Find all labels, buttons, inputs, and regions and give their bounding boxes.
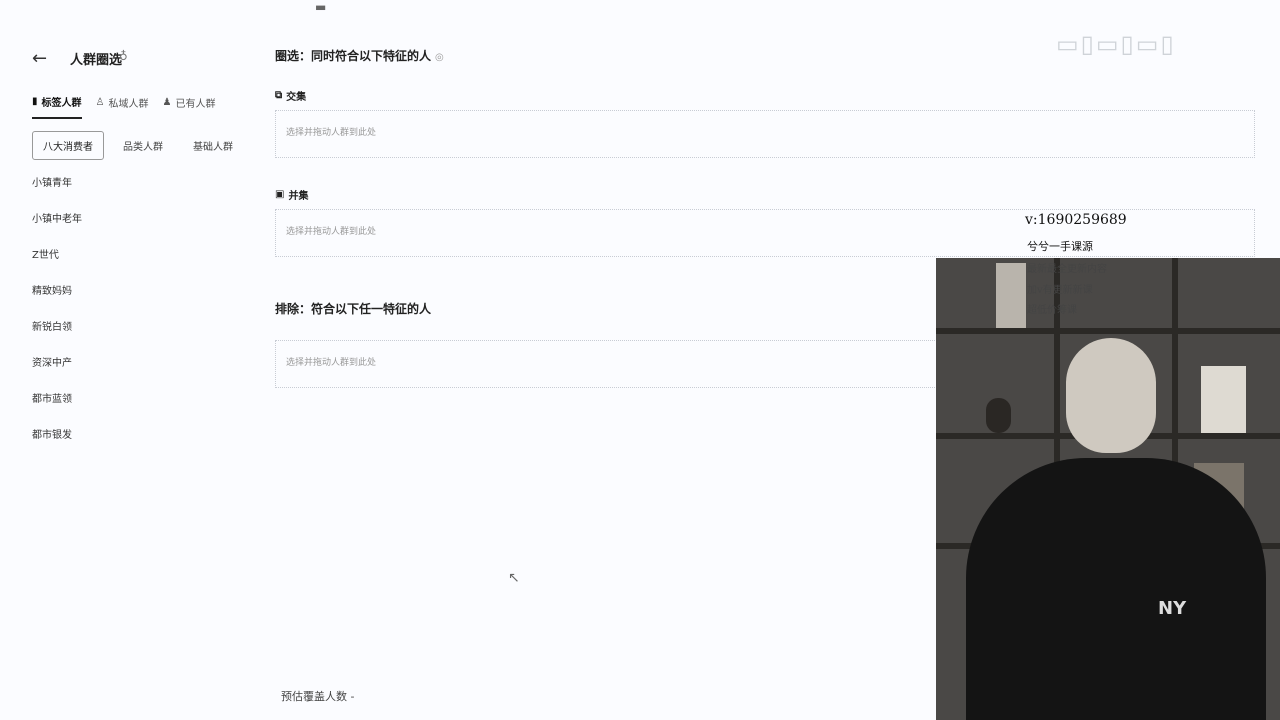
tab-label: 标签人群 bbox=[41, 98, 82, 109]
select-section-header: 圈选：同时符合以下特征的人 ◎ bbox=[275, 45, 444, 64]
ny-logo-icon: NY bbox=[1158, 598, 1187, 619]
overlay-line: 加v有更新新课 bbox=[1027, 285, 1093, 296]
info-icon[interactable]: ◎ bbox=[435, 52, 444, 63]
presenter-video: NY bbox=[936, 258, 1280, 720]
chip-category-crowd[interactable]: 品类人群 bbox=[112, 131, 174, 160]
mouse-cursor-icon: ↖ bbox=[508, 570, 520, 586]
list-item[interactable]: 资深中产 bbox=[32, 356, 82, 392]
category-chips: 八大消费者 品类人群 基础人群 bbox=[32, 131, 244, 160]
exclude-title: 排除：符合以下任一特征的人 bbox=[275, 302, 432, 316]
tab-tag-crowd[interactable]: ▮ 标签人群 bbox=[32, 94, 82, 119]
watermark-logo: ▭▯▭▯▭▯ bbox=[1056, 30, 1176, 58]
list-item[interactable]: 小镇青年 bbox=[32, 176, 82, 212]
union-label: 并集 bbox=[288, 191, 309, 202]
overlay-line: 最新最全更新内容 bbox=[1027, 264, 1107, 275]
intersection-label: 交集 bbox=[286, 92, 307, 103]
tab-label: 已有人群 bbox=[175, 99, 216, 110]
estimate-label: 预估覆盖人数 bbox=[281, 690, 347, 703]
lightbulb-icon[interactable]: ♁ bbox=[119, 49, 128, 63]
union-label-row: ▣ 并集 bbox=[275, 187, 308, 202]
union-icon: ▣ bbox=[275, 189, 285, 200]
list-item[interactable]: Z世代 bbox=[32, 248, 82, 284]
panel-title: 人群圈选 bbox=[70, 53, 123, 68]
intersection-dropzone[interactable]: 选择并拖动人群到此处 bbox=[275, 110, 1255, 158]
intersection-icon: ⧉ bbox=[275, 90, 283, 101]
estimate-value: - bbox=[350, 690, 355, 703]
list-item[interactable]: 都市银发 bbox=[32, 428, 82, 464]
bookmark-icon: ▮ bbox=[32, 96, 38, 107]
user-icon: ♟ bbox=[162, 97, 172, 108]
list-item[interactable]: 都市蓝领 bbox=[32, 392, 82, 428]
chip-basic-crowd[interactable]: 基础人群 bbox=[182, 131, 244, 160]
select-title: 圈选：同时符合以下特征的人 bbox=[275, 49, 432, 63]
users-icon: ♙ bbox=[95, 97, 105, 108]
tab-label: 私域人群 bbox=[108, 99, 149, 110]
overlay-wechat: v:1690259689 bbox=[1025, 212, 1127, 228]
overlay-line: 兮兮一手课源 bbox=[1027, 240, 1093, 253]
dropzone-placeholder: 选择并拖动人群到此处 bbox=[286, 358, 377, 368]
tab-existing-crowd[interactable]: ♟ 已有人群 bbox=[162, 94, 215, 119]
list-item[interactable]: 新锐白领 bbox=[32, 320, 82, 356]
dropzone-placeholder: 选择并拖动人群到此处 bbox=[286, 227, 377, 237]
intersection-label-row: ⧉ 交集 bbox=[275, 88, 306, 103]
back-arrow-icon[interactable]: ← bbox=[32, 48, 47, 69]
dropzone-placeholder: 选择并拖动人群到此处 bbox=[286, 128, 377, 138]
list-item[interactable]: 小镇中老年 bbox=[32, 212, 82, 248]
tab-private-crowd[interactable]: ♙ 私域人群 bbox=[96, 94, 149, 119]
list-item[interactable]: 精致妈妈 bbox=[32, 284, 82, 320]
overlay-line: 超低价筹课 bbox=[1027, 305, 1077, 316]
estimate-row: 预估覆盖人数 - bbox=[281, 688, 354, 704]
top-dash: ▬ bbox=[315, 0, 327, 14]
crowd-list: 小镇青年 小镇中老年 Z世代 精致妈妈 新锐白领 资深中产 都市蓝领 都市银发 bbox=[32, 176, 82, 464]
crowd-type-tabs: ▮ 标签人群 ♙ 私域人群 ♟ 已有人群 bbox=[32, 94, 215, 119]
chip-eight-consumers[interactable]: 八大消费者 bbox=[32, 131, 104, 160]
